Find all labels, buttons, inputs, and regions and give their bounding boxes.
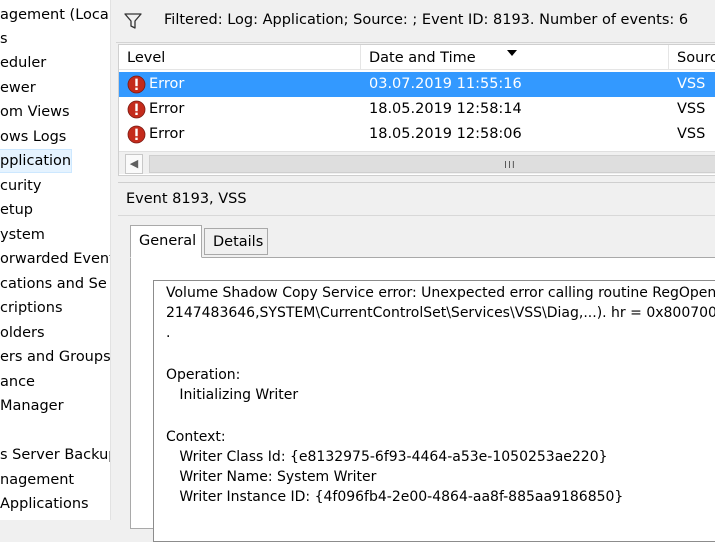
event-details-title: Event 8193, VSS [126, 191, 247, 207]
tree-item-applications-and-services[interactable]: cations and Se [0, 273, 107, 295]
tree-item-local-users-and-groups[interactable]: ers and Groups [0, 346, 110, 368]
event-row[interactable]: Error 03.07.2019 11:55:16 VSS [119, 72, 715, 97]
description-line: 2147483646,SYSTEM\CurrentControlSet\Serv… [166, 305, 715, 321]
list-header: Level Date and Time Sourc [119, 45, 715, 70]
tree-item-s[interactable]: s [0, 28, 8, 50]
tab-details[interactable]: Details [204, 228, 268, 255]
column-header-level[interactable]: Level [119, 45, 361, 69]
scrollbar-grip: III [504, 160, 516, 171]
sort-descending-icon [507, 50, 517, 56]
event-row[interactable]: Error 18.05.2019 12:58:14 VSS [119, 97, 715, 122]
event-description-box[interactable]: Volume Shadow Copy Service error: Unexpe… [153, 280, 715, 542]
tree-item-shared-folders[interactable]: olders [0, 322, 45, 344]
description-line: Writer Instance ID: {4f096fb4-2e00-4864-… [166, 489, 624, 505]
tab-general[interactable]: General [130, 225, 202, 258]
event-source: VSS [677, 76, 706, 92]
column-header-source[interactable]: Sourc [669, 45, 715, 69]
event-datetime: 18.05.2019 12:58:14 [369, 101, 522, 117]
tree-item-task-scheduler[interactable]: eduler [0, 52, 46, 74]
error-icon [127, 75, 146, 94]
tree-item-system[interactable]: ystem [0, 224, 45, 246]
console-tree: agement (Local s eduler ewer om Views ow… [0, 0, 111, 520]
description-line: . [166, 325, 171, 341]
filter-bar: Filtered: Log: Application; Source: ; Ev… [116, 0, 715, 43]
description-line: Operation: [166, 367, 241, 383]
tree-item-windows-server-backup[interactable]: s Server Backup [0, 444, 110, 466]
description-line: Initializing Writer [166, 387, 299, 403]
tree-item-forwarded-events[interactable]: orwarded Event [0, 248, 110, 270]
event-datetime: 18.05.2019 12:58:06 [369, 126, 522, 142]
tree-item-custom-views[interactable]: om Views [0, 101, 70, 123]
event-level: Error [149, 76, 185, 92]
event-level: Error [149, 126, 185, 142]
description-line: Writer Class Id: {e8132975-6f93-4464-a53… [166, 449, 608, 465]
tree-item-security[interactable]: curity [0, 175, 41, 197]
tree-item-event-viewer[interactable]: ewer [0, 77, 36, 99]
tree-item-event-viewer-local[interactable]: agement (Local [0, 4, 110, 26]
tree-item-performance[interactable]: ance [0, 371, 35, 393]
tree-item-device-manager[interactable]: Manager [0, 395, 64, 417]
event-list[interactable]: Level Date and Time Sourc Error 03.07.20… [118, 44, 715, 176]
scrollbar-thumb[interactable]: III [149, 155, 715, 173]
event-row[interactable]: Error 18.05.2019 12:58:06 VSS [119, 122, 715, 148]
tree-item-services-and-applications[interactable]: Applications [0, 493, 89, 515]
funnel-icon [124, 13, 142, 29]
filter-description: Filtered: Log: Application; Source: ; Ev… [164, 12, 689, 28]
error-icon [127, 125, 146, 144]
pane-splitter[interactable] [110, 0, 117, 520]
tree-item-disk-management[interactable]: nagement [0, 469, 74, 491]
column-header-date-and-time[interactable]: Date and Time [361, 45, 669, 69]
tree-item-application[interactable]: pplication [0, 149, 73, 173]
divider [118, 215, 715, 216]
horizontal-scrollbar[interactable]: ◀ III [119, 151, 715, 174]
event-details-pane: Event 8193, VSS General Details Volume S… [118, 182, 715, 542]
tree-item-windows-logs[interactable]: ows Logs [0, 126, 66, 148]
event-source: VSS [677, 101, 706, 117]
error-icon [127, 100, 146, 119]
event-datetime: 03.07.2019 11:55:16 [369, 76, 522, 92]
scroll-left-arrow-icon[interactable]: ◀ [125, 154, 143, 174]
general-tab-panel: Volume Shadow Copy Service error: Unexpe… [130, 257, 715, 542]
event-level: Error [149, 101, 185, 117]
description-line: Volume Shadow Copy Service error: Unexpe… [166, 285, 715, 301]
tree-item-setup[interactable]: etup [0, 199, 33, 221]
description-line: Context: [166, 429, 226, 445]
description-line: Writer Name: System Writer [166, 469, 377, 485]
event-source: VSS [677, 126, 706, 142]
tree-item-subscriptions[interactable]: criptions [0, 297, 63, 319]
